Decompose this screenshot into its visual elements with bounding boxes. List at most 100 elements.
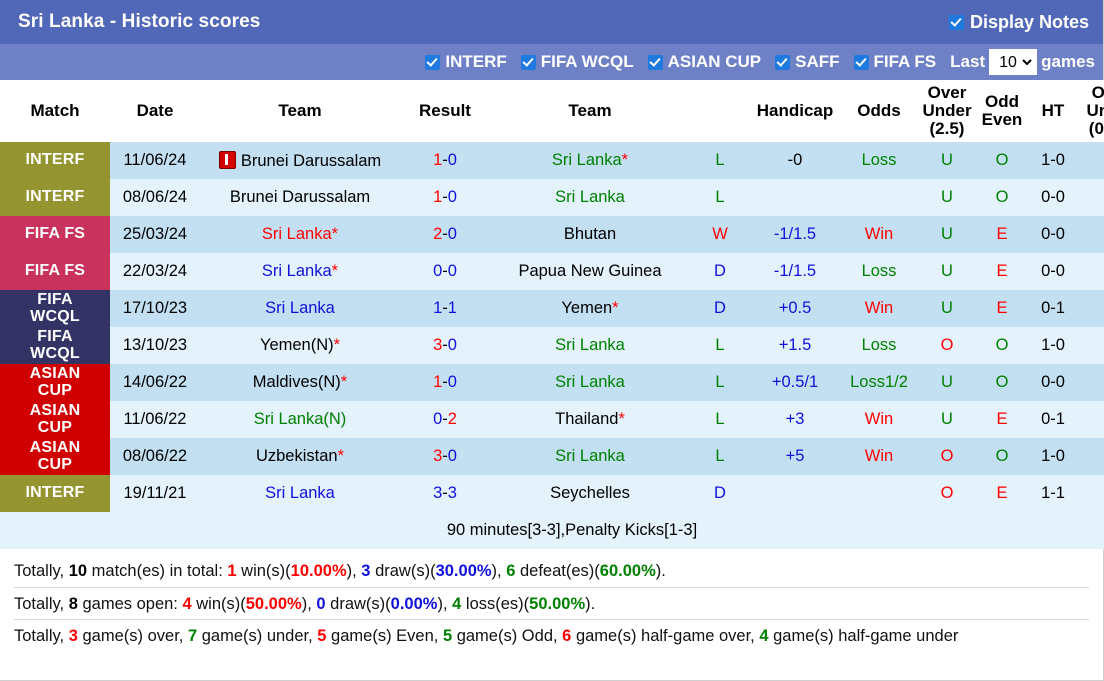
home-team-cell[interactable]: Maldives(N)* (200, 364, 400, 401)
result-score-cell[interactable]: 0-2 (400, 401, 490, 438)
team-name: Brunei Darussalam (240, 151, 382, 170)
table-row[interactable]: INTERF 11/06/24 Brunei Darussalam 1-0 Sri La… (0, 142, 1104, 179)
home-advantage-star: * (340, 373, 348, 391)
team-name: Maldives(N) (252, 373, 341, 391)
games-count-select[interactable]: 10203050 (989, 49, 1038, 75)
result-score-cell[interactable]: 3-0 (400, 327, 490, 364)
away-team-cell[interactable]: Sri Lanka* (490, 142, 690, 179)
result-score-cell[interactable]: 1-1 (400, 290, 490, 327)
defeats-percent: 60.00% (599, 562, 656, 580)
col-wdl (690, 80, 750, 142)
team-name: Papua New Guinea (518, 262, 662, 280)
result-score-cell[interactable]: 0-0 (400, 253, 490, 290)
home-team-cell[interactable]: Uzbekistan* (200, 438, 400, 475)
competition-badge-cell[interactable]: FIFA WCQL (0, 327, 110, 364)
half-time-score-cell: 0-0 (1028, 216, 1078, 253)
col-line-3: (0.75) (1088, 118, 1104, 138)
result-score-cell[interactable]: 1-0 (400, 179, 490, 216)
competition-badge-cell[interactable]: FIFA WCQL (0, 290, 110, 327)
win-draw-loss-cell: L (690, 142, 750, 179)
col-line-1: Over (1091, 83, 1104, 103)
result-score-cell[interactable]: 3-3 (400, 475, 490, 512)
table-row[interactable]: FIFA FS 22/03/24 Sri Lanka* 0-0 Papua New Gu… (0, 253, 1104, 290)
filter-interf[interactable]: INTERF (425, 52, 507, 72)
away-team-cell[interactable]: Papua New Guinea (490, 253, 690, 290)
away-team-cell[interactable]: Thailand* (490, 401, 690, 438)
competition-badge-cell[interactable]: INTERF (0, 179, 110, 216)
away-team-cell[interactable]: Sri Lanka (490, 327, 690, 364)
table-row[interactable]: ASIAN CUP 11/06/22 Sri Lanka(N) 0-2 Thailand*… (0, 401, 1104, 438)
match-note-icon[interactable] (218, 150, 236, 169)
table-row[interactable]: FIFA WCQL 17/10/23 Sri Lanka 1-1 Yemen* D +0.5 W… (0, 290, 1104, 327)
home-team-cell[interactable]: Brunei Darussalam (200, 179, 400, 216)
checkbox-icon[interactable] (775, 54, 791, 70)
table-row[interactable]: ASIAN CUP 08/06/22 Uzbekistan* 3-0 Sri Lanka L… (0, 438, 1104, 475)
filter-fifa-fs[interactable]: FIFA FS (853, 52, 936, 72)
away-team-cell[interactable]: Sri Lanka (490, 179, 690, 216)
display-notes-toggle[interactable]: Display Notes (948, 12, 1089, 33)
checkbox-icon[interactable] (853, 54, 869, 70)
competition-badge: ASIAN CUP (0, 438, 110, 475)
txt: game(s) under, (197, 627, 318, 645)
home-team-cell[interactable]: Yemen(N)* (200, 327, 400, 364)
half-under-count: 4 (759, 627, 769, 645)
checkbox-icon[interactable] (647, 54, 663, 70)
display-notes-checkbox-icon[interactable] (948, 14, 964, 30)
team-name: Bhutan (563, 225, 617, 243)
competition-badge-cell[interactable]: ASIAN CUP (0, 364, 110, 401)
odd-even-cell: E (976, 401, 1028, 438)
checkbox-icon[interactable] (520, 54, 536, 70)
home-team-cell[interactable]: Sri Lanka (200, 290, 400, 327)
half-time-score-cell: 0-0 (1028, 179, 1078, 216)
half-time-score-cell: 1-0 (1028, 327, 1078, 364)
over-count: 3 (68, 627, 78, 645)
col-line-1: Over (927, 83, 967, 103)
filter-fifa-wcql[interactable]: FIFA WCQL (520, 52, 634, 72)
table-row[interactable]: INTERF 08/06/24 Brunei Darussalam 1-0 Sri La… (0, 179, 1104, 216)
filter-asian-cup[interactable]: ASIAN CUP (647, 52, 761, 72)
away-team-cell[interactable]: Bhutan (490, 216, 690, 253)
competition-badge-cell[interactable]: INTERF (0, 475, 110, 512)
competition-badge-cell[interactable]: ASIAN CUP (0, 401, 110, 438)
historic-scores-page: Sri Lanka - Historic scores Display Note… (0, 0, 1104, 681)
odds-result-cell: Win (840, 290, 918, 327)
wins-percent: 10.00% (290, 562, 347, 580)
competition-badge: INTERF (0, 475, 110, 512)
half-time-score-cell: 1-0 (1028, 142, 1078, 179)
result-score-cell[interactable]: 3-0 (400, 438, 490, 475)
summary-line-ou: Totally, 3 game(s) over, 7 game(s) under… (14, 620, 1089, 652)
home-team-cell[interactable]: Sri Lanka* (200, 253, 400, 290)
handicap-cell: +5 (750, 438, 840, 475)
competition-badge-cell[interactable]: FIFA FS (0, 216, 110, 253)
table-row[interactable]: INTERF 19/11/21 Sri Lanka 3-3 Seychelles D O E 1… (0, 475, 1104, 512)
result-score-cell[interactable]: 1-0 (400, 364, 490, 401)
home-advantage-star: * (337, 447, 345, 465)
filter-saff[interactable]: SAFF (775, 52, 840, 72)
handicap-cell: -1/1.5 (750, 216, 840, 253)
handicap-cell: +1.5 (750, 327, 840, 364)
txt: match(es) in total: (87, 562, 228, 580)
competition-badge-cell[interactable]: ASIAN CUP (0, 438, 110, 475)
result-score-cell[interactable]: 2-0 (400, 216, 490, 253)
away-team-cell[interactable]: Sri Lanka (490, 438, 690, 475)
odds-result-cell: Loss (840, 327, 918, 364)
away-team-cell[interactable]: Seychelles (490, 475, 690, 512)
result-score-cell[interactable]: 1-0 (400, 142, 490, 179)
txt: game(s) Even, (326, 627, 443, 645)
home-team-cell[interactable]: Sri Lanka (200, 475, 400, 512)
table-row[interactable]: FIFA WCQL 13/10/23 Yemen(N)* 3-0 Sri Lanka L +1… (0, 327, 1104, 364)
away-team-cell[interactable]: Yemen* (490, 290, 690, 327)
competition-badge-cell[interactable]: FIFA FS (0, 253, 110, 290)
competition-badge-cell[interactable]: INTERF (0, 142, 110, 179)
checkbox-icon[interactable] (425, 54, 441, 70)
home-team-cell[interactable]: Sri Lanka(N) (200, 401, 400, 438)
table-row[interactable]: ASIAN CUP 14/06/22 Maldives(N)* 1-0 Sri Lanka… (0, 364, 1104, 401)
table-row[interactable]: FIFA FS 25/03/24 Sri Lanka* 2-0 Bhutan W -1/1.… (0, 216, 1104, 253)
match-date: 22/03/24 (110, 253, 200, 290)
away-team-cell[interactable]: Sri Lanka (490, 364, 690, 401)
home-score: 0 (433, 262, 443, 280)
home-team-cell[interactable]: Brunei Darussalam (200, 142, 400, 179)
last-label: Last (950, 52, 986, 71)
home-team-cell[interactable]: Sri Lanka* (200, 216, 400, 253)
page-title: Sri Lanka - Historic scores (18, 11, 261, 32)
